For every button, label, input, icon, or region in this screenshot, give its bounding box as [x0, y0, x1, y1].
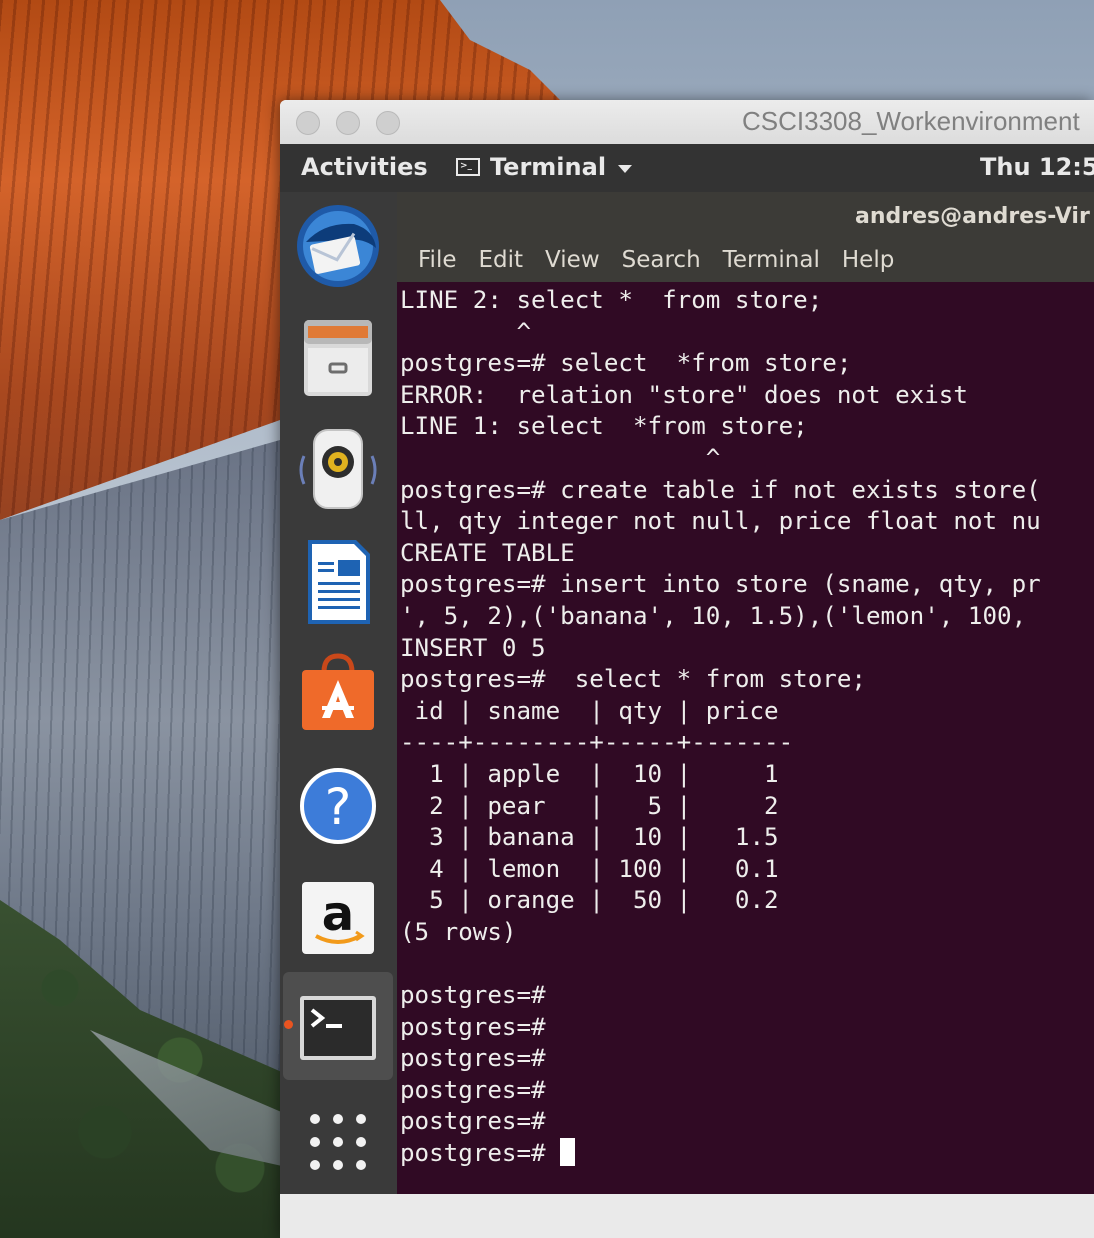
table-row: 1 | apple | 10 | 1 [400, 759, 779, 788]
terminal-title: andres@andres-Vir [855, 204, 1090, 229]
menu-search[interactable]: Search [611, 247, 712, 273]
close-window-button[interactable] [296, 111, 320, 135]
dock-item-libreoffice-writer[interactable] [294, 538, 382, 634]
table-row: 3 | banana | 10 | 1.5 [400, 823, 779, 852]
terminal-line: ', 5, 2),('banana', 10, 1.5),('lemon', 1… [400, 601, 1041, 630]
terminal-output-area[interactable]: LINE 2: select * from store; ^ postgres=… [397, 282, 1094, 1194]
table-row: 5 | orange | 50 | 0.2 [400, 886, 779, 915]
terminal-menubar: File Edit View Search Terminal Help [407, 247, 905, 273]
terminal-line: ^ [400, 317, 532, 346]
document-icon [308, 540, 370, 624]
amazon-icon: a [302, 882, 374, 954]
prompt-line: postgres=# [400, 1044, 546, 1073]
chevron-down-icon [618, 164, 633, 173]
active-prompt-line: postgres=# [400, 1139, 561, 1168]
terminal-line: postgres=# select *from store; [400, 349, 852, 378]
minimize-window-button[interactable] [336, 111, 360, 135]
terminal-app-icon: >_ [456, 158, 480, 176]
vm-titlebar[interactable]: CSCI3308_Workenvironment [280, 100, 1094, 145]
table-row: 2 | pear | 5 | 2 [400, 791, 779, 820]
help-question-mark: ? [325, 778, 352, 836]
prompt-line: postgres=# [400, 1075, 546, 1104]
text-cursor [560, 1138, 576, 1167]
table-separator: ----+--------+-----+------- [400, 728, 794, 757]
app-grid-icon[interactable] [310, 1114, 366, 1170]
dock-item-ubuntu-software[interactable] [294, 650, 382, 746]
app-menu-terminal[interactable]: >_ Terminal [456, 153, 633, 181]
dock-item-thunderbird[interactable] [294, 202, 382, 298]
table-header-row: id | sname | qty | price [400, 696, 779, 725]
terminal-line: ^ [400, 443, 721, 472]
dock-item-terminal[interactable] [294, 984, 382, 1080]
table-row: 4 | lemon | 100 | 0.1 [400, 854, 779, 883]
menu-view[interactable]: View [534, 247, 611, 273]
terminal-line: postgres=# create table if not exists st… [400, 475, 1041, 504]
dock-item-amazon[interactable]: a [294, 874, 382, 970]
app-menu-label: Terminal [490, 153, 607, 181]
menu-edit[interactable]: Edit [468, 247, 535, 273]
row-count: (5 rows) [400, 917, 517, 946]
terminal-header: andres@andres-Vir File Edit View Search … [397, 192, 1094, 282]
menu-file[interactable]: File [407, 247, 468, 273]
terminal-output: LINE 2: select * from store; ^ postgres=… [400, 285, 1041, 1170]
shopping-bag-icon [302, 653, 374, 730]
file-cabinet-icon [304, 320, 372, 396]
terminal-line: ERROR: relation "store" does not exist [400, 380, 968, 409]
terminal-line: LINE 2: select * from store; [400, 286, 823, 314]
terminal-icon [300, 996, 376, 1060]
question-icon: ? [300, 768, 376, 844]
prompt-line: postgres=# [400, 981, 546, 1010]
vm-window: CSCI3308_Workenvironment Activities >_ T… [280, 100, 1094, 1238]
amazon-letter: a [322, 886, 354, 942]
dock: ? a [280, 192, 397, 1194]
ubuntu-top-bar: Activities >_ Terminal Thu 12:58 [280, 144, 1094, 192]
zoom-window-button[interactable] [376, 111, 400, 135]
prompt-line: postgres=# [400, 1012, 546, 1041]
speaker-icon [299, 429, 377, 509]
terminal-line: ll, qty integer not null, price float no… [400, 507, 1041, 536]
dock-item-files[interactable] [294, 314, 382, 410]
terminal-line: INSERT 0 5 [400, 633, 546, 662]
thunderbird-icon [297, 205, 379, 287]
terminal-line: LINE 1: select *from store; [400, 412, 808, 441]
prompt-line: postgres=# [400, 1107, 546, 1136]
vm-window-bottom-bar [280, 1194, 1094, 1238]
menu-terminal[interactable]: Terminal [712, 247, 831, 273]
menu-help[interactable]: Help [831, 247, 905, 273]
terminal-line: postgres=# insert into store (sname, qty… [400, 570, 1041, 599]
activities-button[interactable]: Activities [301, 153, 428, 181]
terminal-line: postgres=# select * from store; [400, 665, 866, 694]
vm-window-title: CSCI3308_Workenvironment [742, 106, 1080, 136]
dock-item-help[interactable]: ? [294, 762, 382, 858]
terminal-line: CREATE TABLE [400, 538, 575, 567]
dock-item-rhythmbox[interactable] [294, 426, 382, 522]
running-indicator [284, 1020, 293, 1029]
clock[interactable]: Thu 12:58 [980, 153, 1094, 181]
